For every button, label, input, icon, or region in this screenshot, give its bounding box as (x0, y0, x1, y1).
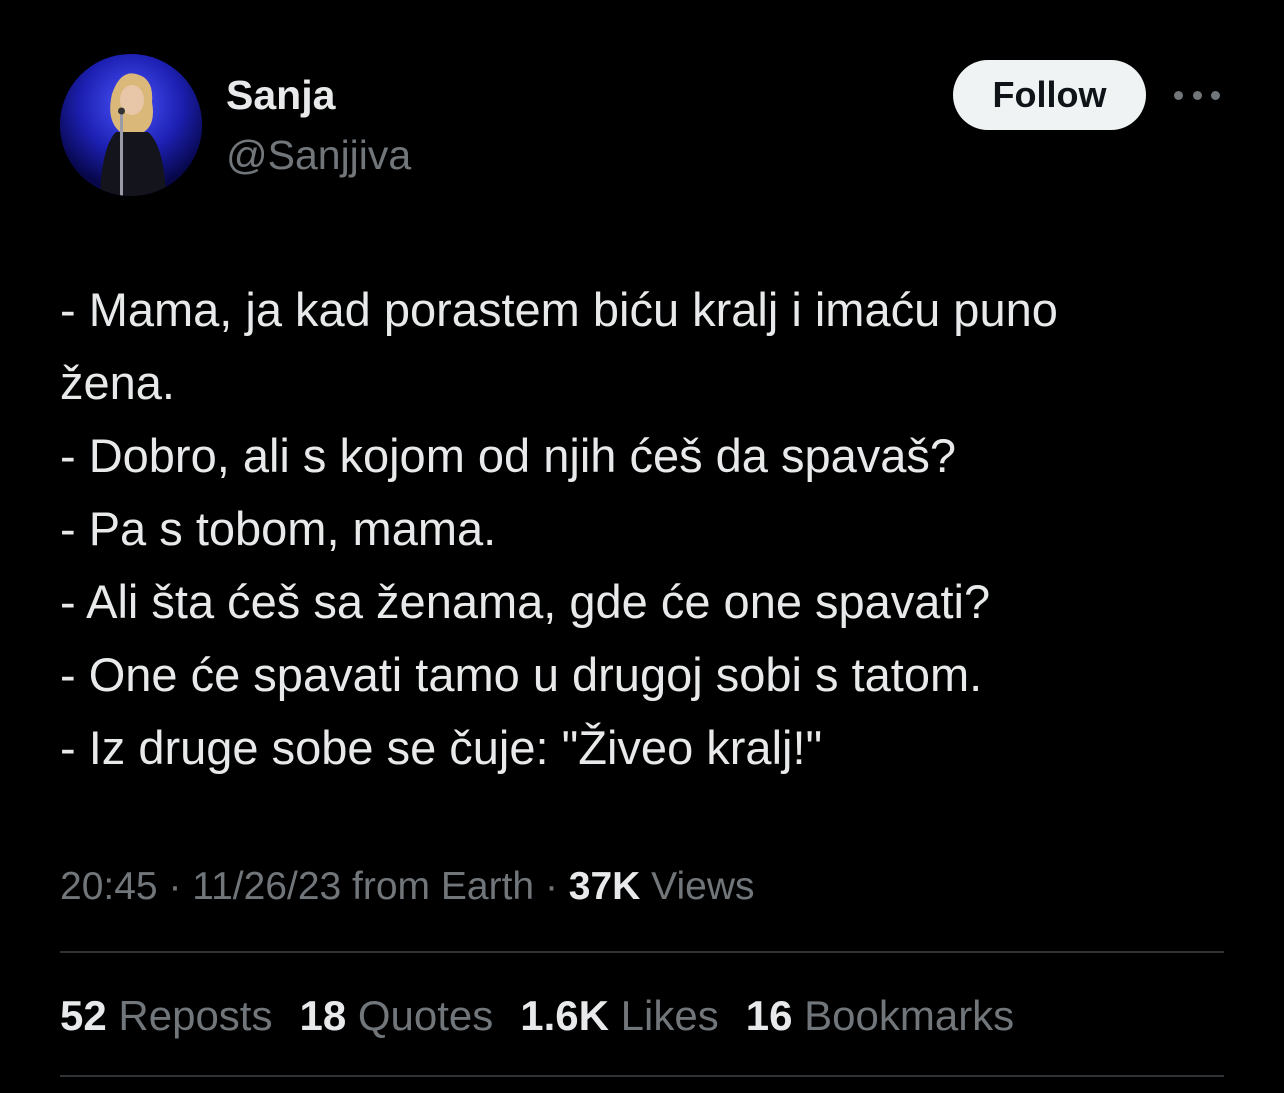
quotes-stat[interactable]: 18 Quotes (299, 990, 493, 1042)
bookmarks-stat[interactable]: 16 Bookmarks (746, 990, 1014, 1042)
tweet-source: from Earth (352, 865, 535, 908)
quotes-label: Quotes (357, 992, 494, 1039)
tweet-metadata: 20:45 · 11/26/23 from Earth · 37K Views (60, 862, 755, 912)
avatar[interactable] (60, 54, 202, 196)
views-count[interactable]: 37K (569, 865, 641, 908)
tweet-line: - Dobro, ali s kojom od njih ćeš da spav… (60, 429, 957, 482)
divider (60, 1075, 1224, 1077)
tweet-line: - Mama, ja kad porastem biću kralj i ima… (60, 283, 1058, 336)
divider (60, 951, 1224, 953)
reposts-label: Reposts (118, 992, 273, 1039)
views-label[interactable]: Views (651, 865, 754, 908)
more-dot (1174, 90, 1183, 100)
tweet-time[interactable]: 20:45 (60, 865, 158, 908)
quotes-count: 18 (299, 992, 347, 1039)
follow-button[interactable]: Follow (953, 60, 1146, 130)
more-dot (1192, 90, 1202, 100)
more-dot (1211, 90, 1220, 100)
meta-separator: · (157, 865, 193, 908)
likes-stat[interactable]: 1.6K Likes (520, 990, 718, 1042)
meta-separator: · (534, 865, 569, 908)
reposts-stat[interactable]: 52 Reposts (60, 990, 272, 1042)
avatar-image (60, 54, 202, 196)
tweet-line: - Pa s tobom, mama. (60, 502, 497, 555)
tweet-date[interactable]: 11/26/23 (192, 865, 341, 908)
tweet-line: - One će spavati tamo u drugoj sobi s ta… (60, 648, 983, 701)
bookmarks-label: Bookmarks (804, 992, 1015, 1039)
author-display-name[interactable]: Sanja (226, 70, 335, 120)
tweet-text: - Mama, ja kad porastem biću kralj i ima… (60, 273, 1240, 784)
bookmarks-count: 16 (745, 992, 793, 1039)
author-handle[interactable]: @Sanjjiva (226, 130, 411, 180)
tweet-line: - Ali šta ćeš sa ženama, gde će one spav… (60, 575, 991, 628)
likes-label: Likes (620, 992, 719, 1039)
tweet-line: - Iz druge sobe se čuje: "Živeo kralj!" (60, 721, 823, 774)
more-horizontal-icon[interactable] (1174, 84, 1220, 106)
likes-count: 1.6K (520, 992, 609, 1039)
tweet-line: žena. (60, 356, 175, 409)
reposts-count: 52 (60, 992, 107, 1039)
engagement-stats: 52 Reposts 18 Quotes 1.6K Likes 16 Bookm… (60, 990, 1041, 1042)
